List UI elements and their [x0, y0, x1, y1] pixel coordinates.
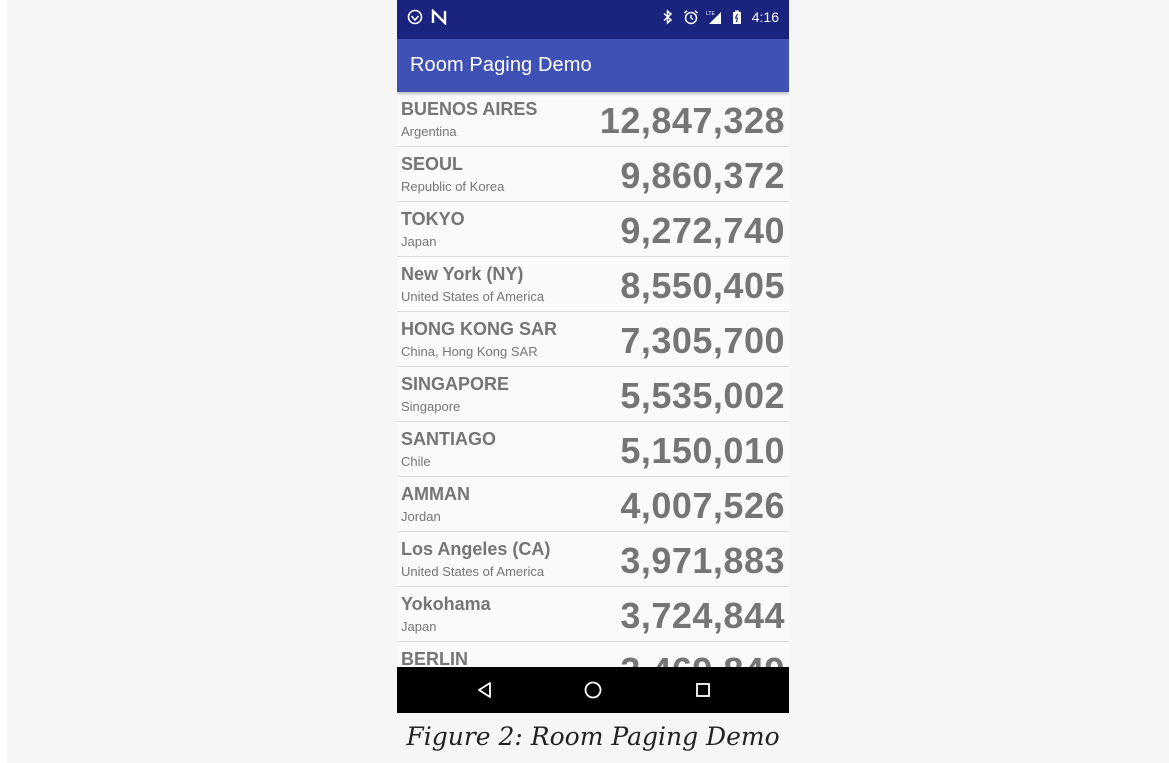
population: 7,305,700 [620, 320, 785, 361]
alarm-icon [683, 10, 698, 25]
population: 3,724,844 [620, 595, 785, 636]
list-item[interactable]: AMMAN Jordan 4,007,526 [397, 477, 789, 532]
city-name: Yokohama [401, 594, 491, 614]
country-name: Japan [401, 234, 437, 249]
n-notification-icon [431, 9, 447, 25]
android-debug-icon [407, 9, 423, 25]
list-item[interactable]: HONG KONG SAR China, Hong Kong SAR 7,305… [397, 312, 789, 367]
city-name: AMMAN [401, 484, 470, 504]
country-name: China, Hong Kong SAR [401, 344, 538, 359]
country-name: United States of America [401, 289, 545, 304]
population: 5,535,002 [620, 375, 785, 416]
svg-text:LTE: LTE [706, 11, 715, 17]
city-name: SINGAPORE [401, 374, 510, 394]
city-name: SANTIAGO [401, 429, 497, 449]
population: 3,971,883 [620, 540, 785, 581]
list-item[interactable]: SINGAPORE Singapore 5,535,002 [397, 367, 789, 422]
home-button[interactable] [581, 678, 605, 702]
population: 5,150,010 [620, 430, 785, 471]
country-name: Jordan [401, 509, 441, 524]
city-name: BUENOS AIRES [401, 99, 538, 119]
list-item[interactable]: BERLIN 3,469,849 [397, 642, 789, 667]
recents-button[interactable] [691, 678, 715, 702]
list-item[interactable]: BUENOS AIRES Argentina 12,847,328 [397, 92, 789, 147]
recents-icon [696, 683, 710, 697]
city-name: BERLIN [401, 649, 468, 667]
country-name: United States of America [401, 564, 545, 579]
app-bar: Room Paging Demo [397, 39, 789, 92]
status-time: 4:16 [751, 9, 779, 25]
back-button[interactable] [473, 678, 497, 702]
bluetooth-icon [663, 9, 672, 25]
population: 9,860,372 [620, 155, 785, 196]
phone-screen: LTE 4:16 Room Paging Demo BUENOS AIRES A… [397, 0, 789, 713]
home-icon [584, 681, 602, 699]
population: 9,272,740 [620, 210, 785, 251]
city-name: New York (NY) [401, 264, 524, 284]
population: 8,550,405 [620, 265, 785, 306]
list-item[interactable]: Los Angeles (CA) United States of Americ… [397, 532, 789, 587]
country-name: Singapore [401, 399, 461, 414]
country-name: Chile [401, 454, 431, 469]
back-icon [478, 682, 491, 698]
city-name: HONG KONG SAR [401, 319, 558, 339]
status-bar: LTE 4:16 [397, 0, 789, 39]
list-item[interactable]: SANTIAGO Chile 5,150,010 [397, 422, 789, 477]
country-name: Japan [401, 619, 437, 634]
list-item[interactable]: TOKYO Japan 9,272,740 [397, 202, 789, 257]
population: 4,007,526 [620, 485, 785, 526]
country-name: Republic of Korea [401, 179, 505, 194]
list-item[interactable]: New York (NY) United States of America 8… [397, 257, 789, 312]
navigation-bar [397, 667, 789, 713]
city-name: Los Angeles (CA) [401, 539, 551, 559]
country-name: Argentina [401, 124, 457, 139]
app-title: Room Paging Demo [410, 54, 592, 76]
city-name: TOKYO [401, 209, 465, 229]
list-item[interactable]: Yokohama Japan 3,724,844 [397, 587, 789, 642]
city-name: SEOUL [401, 154, 464, 174]
lte-signal-icon: LTE [706, 11, 721, 24]
population: 12,847,328 [599, 100, 785, 141]
city-list[interactable]: BUENOS AIRES Argentina 12,847,328 SEOUL … [397, 92, 789, 667]
battery-icon [732, 10, 741, 24]
list-item[interactable]: SEOUL Republic of Korea 9,860,372 [397, 147, 789, 202]
figure-caption: Figure 2: Room Paging Demo [406, 722, 780, 751]
population: 3,469,849 [620, 650, 785, 667]
